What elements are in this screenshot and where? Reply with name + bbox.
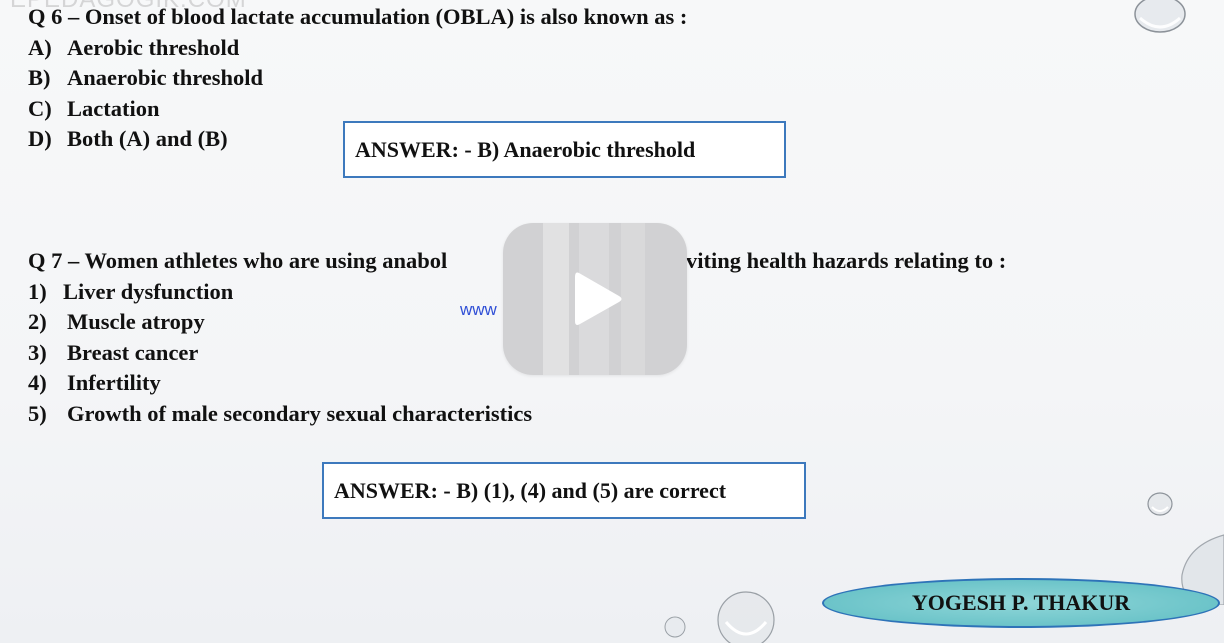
question-6-option-a: A) Aerobic threshold — [28, 33, 687, 64]
option-key: C) — [28, 95, 52, 121]
question-6-option-b: B) Anaerobic threshold — [28, 63, 687, 94]
option-key: 3) — [28, 339, 47, 365]
question-7-text-left: Q 7 – Women athletes who are using anabo… — [28, 248, 448, 273]
option-text: Lactation — [67, 95, 160, 121]
author-name-badge: YOGESH P. THAKUR — [822, 578, 1220, 628]
option-key: 4) — [28, 370, 47, 395]
option-key: 1) — [28, 278, 47, 304]
option-key: 5) — [28, 400, 47, 426]
droplet-decoration-bottom-small — [664, 616, 686, 638]
play-icon — [575, 272, 622, 325]
watermark-link-text: www — [460, 300, 497, 319]
option-text: Anaerobic threshold — [67, 65, 264, 90]
droplet-decoration-bottom-center — [717, 591, 775, 643]
option-text: Both (A) and (B) — [67, 126, 228, 151]
question-6-answer-box: ANSWER: - B) Anaerobic threshold — [343, 121, 786, 178]
question-6-option-c: C) Lactation — [28, 94, 687, 125]
question-7-answer-box: ANSWER: - B) (1), (4) and (5) are correc… — [322, 462, 806, 519]
option-text: Growth of male secondary sexual characte… — [67, 400, 533, 426]
droplet-decoration-right — [1147, 492, 1173, 516]
option-text: Infertility — [67, 370, 161, 395]
option-text: Muscle atropy — [67, 309, 205, 334]
slide: EPEDAGOGIK.COM Q 6 – Onset of blood lact… — [0, 0, 1224, 643]
option-text: Breast cancer — [67, 339, 199, 365]
question-6-text: Q 6 – Onset of blood lactate accumulatio… — [28, 4, 688, 29]
option-text: Aerobic threshold — [67, 34, 240, 60]
option-key: B) — [28, 65, 51, 90]
option-key: 2) — [28, 309, 47, 334]
droplet-decoration-top-right — [1134, 0, 1186, 33]
option-key: D) — [28, 126, 52, 151]
question-7-text-right: viting health hazards relating to : — [686, 248, 1007, 273]
question-7-option-5: 5) Growth of male secondary sexual chara… — [28, 399, 1068, 430]
option-text: Liver dysfunction — [63, 278, 234, 304]
video-play-button[interactable] — [503, 223, 687, 375]
option-key: A) — [28, 34, 52, 60]
